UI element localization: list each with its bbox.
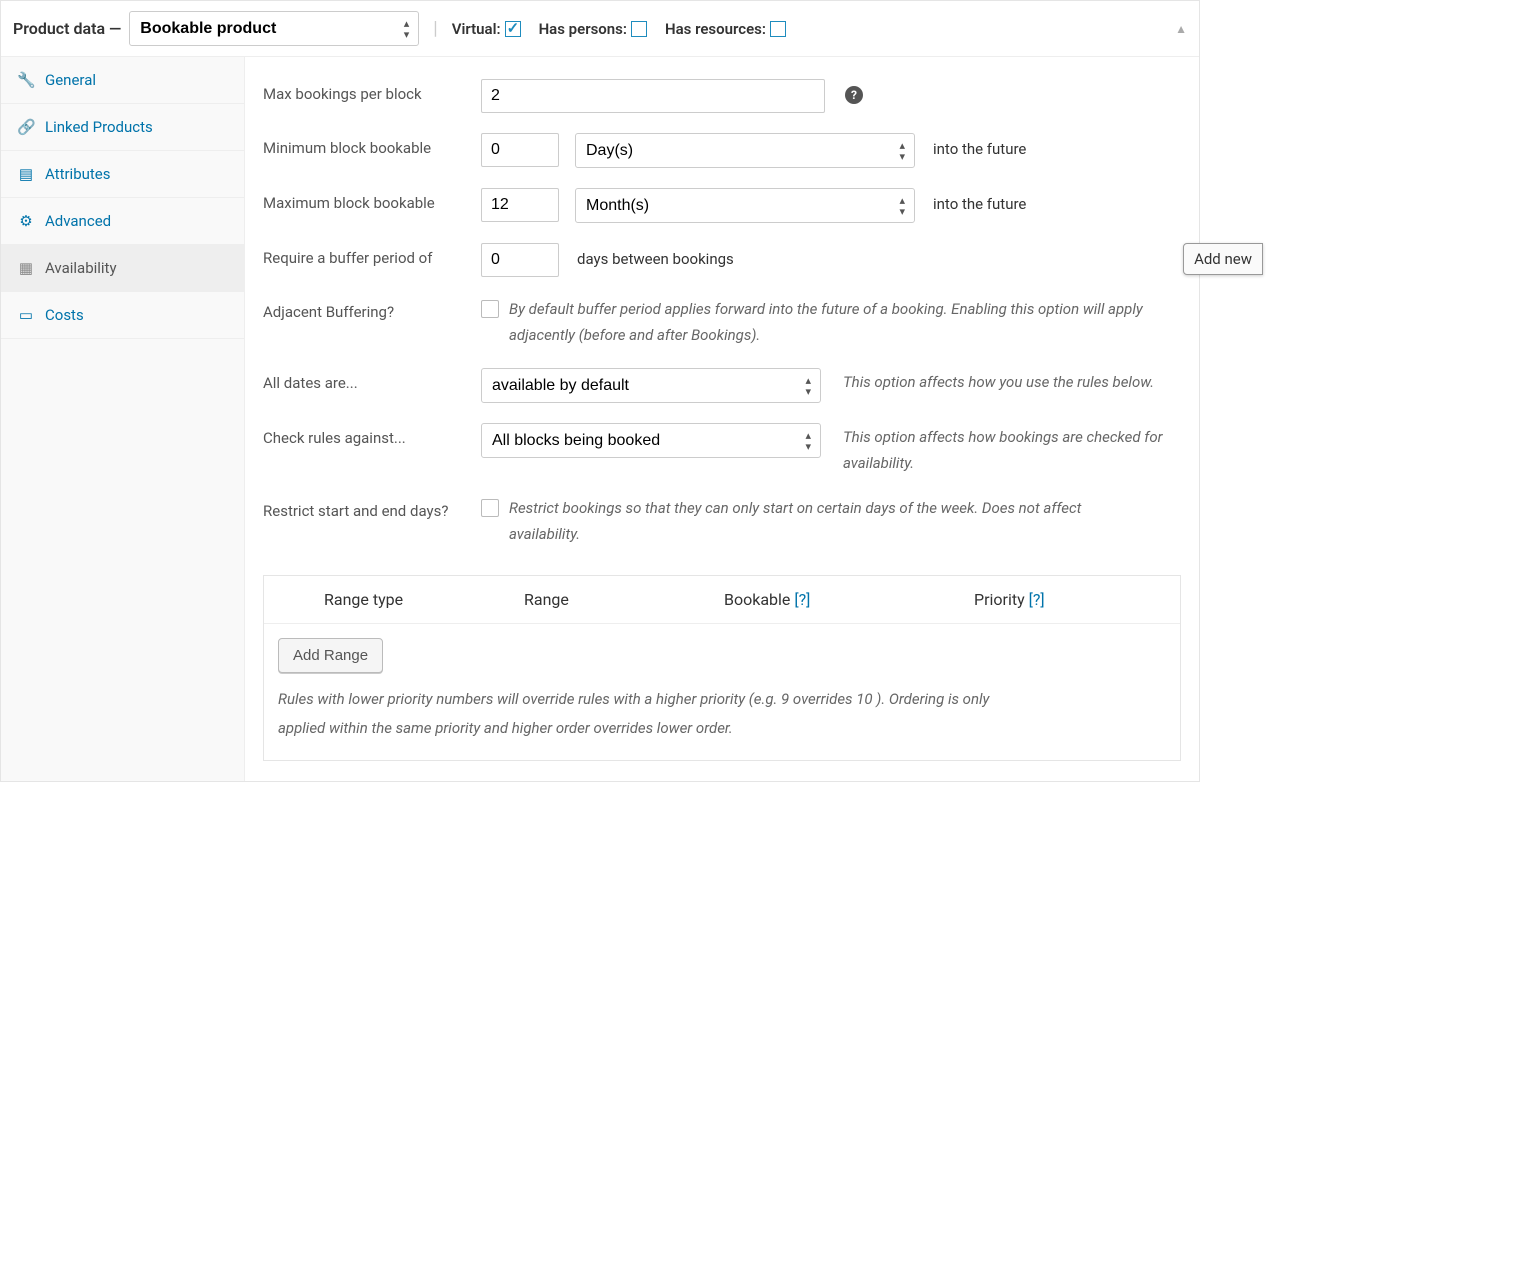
max-block-label: Maximum block bookable xyxy=(263,188,473,212)
all-dates-select[interactable]: available by default xyxy=(481,368,821,403)
virtual-checkbox[interactable] xyxy=(505,21,521,37)
panel-header: Product data — Bookable product ▴▾ | Vir… xyxy=(1,1,1199,57)
product-data-panel: Product data — Bookable product ▴▾ | Vir… xyxy=(0,0,1200,782)
has-resources-checkbox[interactable] xyxy=(770,21,786,37)
sidebar-item-label: Costs xyxy=(45,306,84,324)
max-bookings-label: Max bookings per block xyxy=(263,79,473,103)
restrict-checkbox[interactable] xyxy=(481,499,499,517)
restrict-label: Restrict start and end days? xyxy=(263,496,473,520)
has-persons-checkbox[interactable] xyxy=(631,21,647,37)
min-block-suffix: into the future xyxy=(933,133,1026,158)
product-type-select[interactable]: Bookable product xyxy=(129,11,419,46)
all-dates-label: All dates are... xyxy=(263,368,473,392)
buffer-label: Require a buffer period of xyxy=(263,243,473,267)
has-resources-label: Has resources: xyxy=(665,20,766,38)
sidebar-item-linked-products[interactable]: 🔗 Linked Products xyxy=(1,104,244,151)
max-block-input[interactable] xyxy=(481,188,559,222)
help-link[interactable]: [?] xyxy=(1029,590,1045,609)
th-bookable: Bookable [?] xyxy=(724,590,974,609)
has-persons-label: Has persons: xyxy=(539,20,627,38)
rules-table-footer: Add Range Rules with lower priority numb… xyxy=(264,624,1180,760)
add-new-button[interactable]: Add new xyxy=(1183,243,1263,275)
help-link[interactable]: [?] xyxy=(794,590,810,609)
sidebar-item-label: Linked Products xyxy=(45,118,153,136)
add-range-button[interactable]: Add Range xyxy=(278,638,383,673)
th-priority: Priority [?] xyxy=(974,590,1114,609)
product-type-select-wrap: Bookable product ▴▾ xyxy=(129,11,419,46)
sidebar-item-label: Advanced xyxy=(45,212,111,230)
rules-note: Rules with lower priority numbers will o… xyxy=(278,685,998,742)
min-block-input[interactable] xyxy=(481,133,559,167)
th-range-type: Range type xyxy=(324,590,524,609)
sidebar-item-advanced[interactable]: ⚙ Advanced xyxy=(1,198,244,245)
gear-icon: ⚙ xyxy=(17,212,35,230)
min-block-label: Minimum block bookable xyxy=(263,133,473,157)
restrict-desc: Restrict bookings so that they can only … xyxy=(509,496,1149,547)
check-rules-label: Check rules against... xyxy=(263,423,473,447)
rules-table-header: Range type Range Bookable [?] Priority [… xyxy=(264,576,1180,624)
card-icon: ▭ xyxy=(17,306,35,324)
all-dates-desc: This option affects how you use the rule… xyxy=(843,368,1154,396)
sidebar-item-attributes[interactable]: ▤ Attributes xyxy=(1,151,244,198)
rules-table: Range type Range Bookable [?] Priority [… xyxy=(263,575,1181,761)
max-block-suffix: into the future xyxy=(933,188,1026,213)
divider: | xyxy=(433,18,437,39)
max-bookings-input[interactable] xyxy=(481,79,825,113)
panel-title: Product data — xyxy=(13,19,121,38)
calendar-icon: ▦ xyxy=(17,259,35,277)
list-icon: ▤ xyxy=(17,165,35,183)
sidebar-item-general[interactable]: 🔧 General xyxy=(1,57,244,104)
sidebar: 🔧 General 🔗 Linked Products ▤ Attributes… xyxy=(1,57,245,781)
th-range: Range xyxy=(524,590,724,609)
min-block-unit-select[interactable]: Day(s) xyxy=(575,133,915,168)
buffer-input[interactable] xyxy=(481,243,559,277)
content: Max bookings per block ? Minimum block b… xyxy=(245,57,1199,781)
buffer-suffix: days between bookings xyxy=(577,243,734,268)
sidebar-item-costs[interactable]: ▭ Costs xyxy=(1,292,244,339)
max-block-unit-select[interactable]: Month(s) xyxy=(575,188,915,223)
sidebar-item-label: Attributes xyxy=(45,165,111,183)
adjacent-label: Adjacent Buffering? xyxy=(263,297,473,321)
sidebar-item-label: General xyxy=(45,71,96,89)
help-icon[interactable]: ? xyxy=(845,86,863,104)
adjacent-desc: By default buffer period applies forward… xyxy=(509,297,1149,348)
adjacent-checkbox[interactable] xyxy=(481,300,499,318)
check-rules-select[interactable]: All blocks being booked xyxy=(481,423,821,458)
sidebar-item-label: Availability xyxy=(45,259,117,277)
link-icon: 🔗 xyxy=(17,118,35,136)
collapse-icon[interactable]: ▲ xyxy=(1175,22,1187,36)
virtual-label: Virtual: xyxy=(452,20,501,38)
sidebar-item-availability[interactable]: ▦ Availability xyxy=(1,245,244,292)
wrench-icon: 🔧 xyxy=(17,71,35,89)
check-rules-desc: This option affects how bookings are che… xyxy=(843,423,1173,476)
